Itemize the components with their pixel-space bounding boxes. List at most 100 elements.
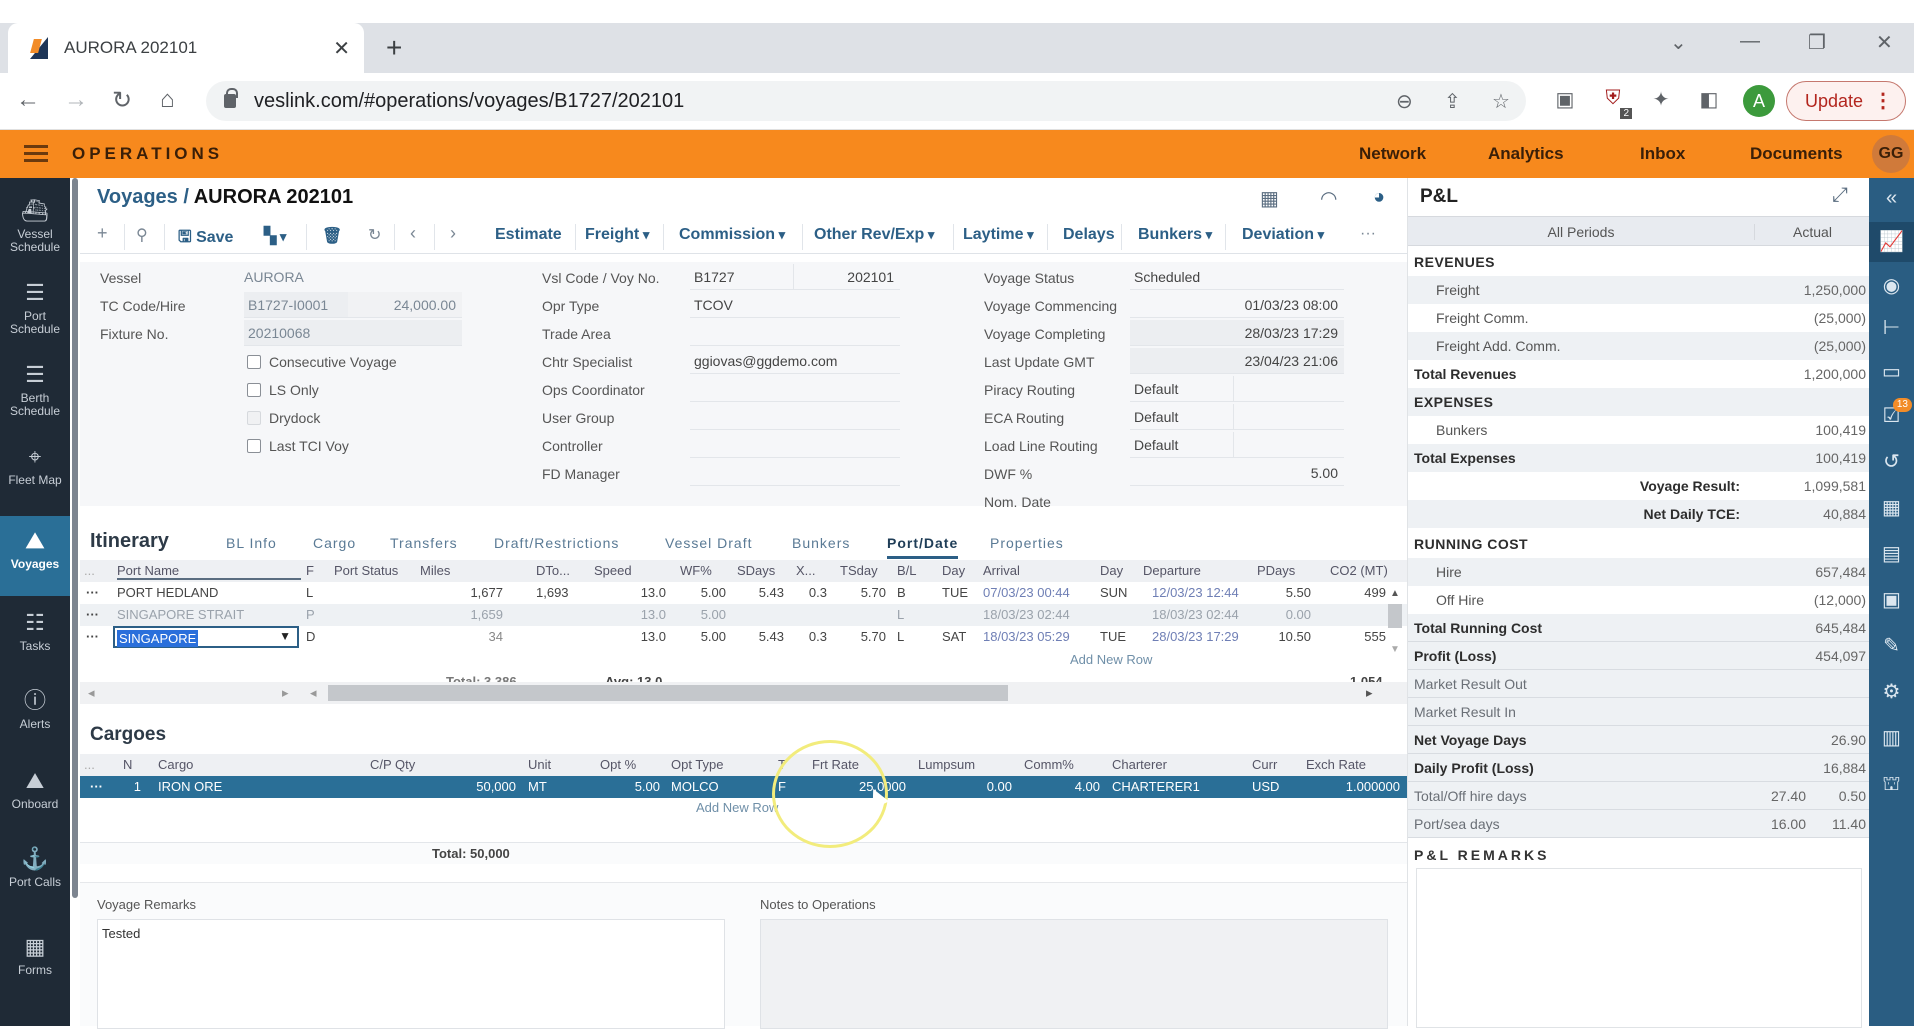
horizontal-scroll-thumb[interactable]	[328, 685, 1008, 701]
tab-bunkers[interactable]: Bunkers	[792, 535, 850, 551]
commission-menu[interactable]: Commission	[679, 226, 785, 244]
comm-percent[interactable]: 4.00	[1024, 779, 1100, 794]
forward-icon[interactable]: →	[64, 86, 88, 114]
extension-icon[interactable]: ▣	[1552, 87, 1578, 113]
user-avatar[interactable]: GG	[1872, 135, 1910, 173]
tab-bl-info[interactable]: BL Info	[226, 535, 277, 551]
bl[interactable]: L	[897, 607, 904, 622]
col-header[interactable]: Cargo	[158, 757, 193, 772]
tab-close-icon[interactable]: ✕	[333, 36, 350, 61]
col-header[interactable]: WF%	[680, 563, 712, 578]
piracy-routing-extra[interactable]	[1234, 376, 1344, 402]
share-icon[interactable]: ⇪	[1444, 89, 1461, 114]
home-icon[interactable]: ⌂	[160, 86, 175, 114]
arrival[interactable]: 07/03/23 00:44	[983, 585, 1070, 600]
col-header[interactable]: TSday	[840, 563, 878, 578]
nav-inbox[interactable]: Inbox	[1640, 144, 1685, 164]
eca-routing-field[interactable]: Default	[1130, 404, 1234, 430]
globe-icon[interactable]: ◉	[1869, 266, 1914, 306]
scroll-up-icon[interactable]: ▲	[1390, 588, 1400, 599]
col-header[interactable]: C/P Qty	[370, 757, 415, 772]
bl[interactable]: L	[897, 629, 904, 644]
bl[interactable]: B	[897, 585, 906, 600]
wf[interactable]: 5.00	[680, 629, 726, 644]
scroll-left-icon[interactable]: ◂	[310, 685, 317, 701]
col-header[interactable]: PDays	[1257, 563, 1295, 578]
col-header[interactable]: Opt Type	[671, 757, 724, 772]
refresh-icon[interactable]: ↻	[368, 225, 381, 245]
tsday[interactable]: 5.70	[840, 585, 886, 600]
row-menu-icon[interactable]: ···	[86, 607, 99, 622]
contact-icon[interactable]: ▣	[1869, 580, 1914, 620]
deviation-menu[interactable]: Deviation	[1242, 226, 1324, 244]
ls-only-checkbox[interactable]: LS Only	[247, 382, 319, 398]
port-function[interactable]: L	[306, 585, 313, 600]
col-header[interactable]: F	[306, 563, 314, 578]
voy-no-field[interactable]: 202101	[794, 264, 900, 290]
tab-cargo[interactable]: Cargo	[313, 535, 356, 551]
user-group-field[interactable]	[690, 404, 900, 430]
speed[interactable]: 13.0	[594, 607, 666, 622]
sidebar-item-vessel-schedule[interactable]: ⛴ Vessel Schedule	[0, 198, 70, 254]
tab-port-date[interactable]: Port/Date	[887, 535, 959, 559]
delete-icon[interactable]: 🗑	[322, 226, 342, 246]
sidebar-item-port-calls[interactable]: ⚓ Port Calls	[0, 846, 70, 889]
copy-menu-icon[interactable]: ▚	[264, 226, 286, 246]
crane-icon[interactable]: ⛫	[1869, 764, 1914, 804]
all-periods-tab[interactable]: All Periods	[1408, 224, 1754, 240]
tsday[interactable]: 5.70	[840, 629, 886, 644]
itinerary-row[interactable]: ··· SINGAPORE ▼ D 34 13.0 5.00 5.43 0.3 …	[80, 626, 1407, 648]
wf[interactable]: 5.00	[680, 585, 726, 600]
pdays[interactable]: 10.50	[1257, 629, 1311, 644]
tab-search-chevron-icon[interactable]: ⌄	[1670, 30, 1687, 55]
exchange-rate[interactable]: 1.000000	[1306, 779, 1400, 794]
wf[interactable]: 5.00	[680, 607, 726, 622]
notes-to-operations-textarea[interactable]	[760, 919, 1388, 1029]
col-header[interactable]: Port Status	[334, 563, 398, 578]
bookmark-star-icon[interactable]: ☆	[1492, 89, 1510, 114]
scroll-right-icon[interactable]: ▸	[1366, 685, 1373, 701]
voyage-remarks-textarea[interactable]: Tested	[97, 919, 725, 1029]
row-menu-icon[interactable]: ···	[86, 629, 99, 644]
estimate-button[interactable]: Estimate	[495, 226, 562, 244]
extensions-puzzle-icon[interactable]: ✦	[1648, 87, 1674, 113]
ublock-icon[interactable]: ⛨ 2	[1600, 87, 1632, 119]
hierarchy-icon[interactable]: ⊢	[1869, 308, 1914, 348]
url-bar[interactable]: veslink.com/#operations/voyages/B1727/20…	[206, 81, 1526, 121]
back-icon[interactable]: ←	[16, 86, 40, 114]
more-options-icon[interactable]: ···	[1360, 225, 1376, 243]
breadcrumb-voyages-link[interactable]: Voyages /	[97, 186, 189, 208]
row-menu-icon[interactable]: ···	[86, 585, 99, 600]
lumpsum[interactable]: 0.00	[918, 779, 1012, 794]
col-header[interactable]: Miles	[420, 563, 450, 578]
tab-draft-restrictions[interactable]: Draft/Restrictions	[494, 535, 619, 551]
col-header[interactable]: CO2 (MT)	[1330, 563, 1388, 578]
departure[interactable]: 18/03/23 02:44	[1152, 607, 1239, 622]
port-name-combobox[interactable]: SINGAPORE ▼	[113, 626, 299, 648]
drydock-checkbox[interactable]: Drydock	[247, 410, 320, 426]
minimize-icon[interactable]: —	[1740, 30, 1760, 53]
sidebar-item-tasks[interactable]: ☷ Tasks	[0, 610, 70, 653]
gear-icon[interactable]: ⚙	[1869, 672, 1914, 712]
speed[interactable]: 13.0	[594, 629, 666, 644]
speed[interactable]: 13.0	[594, 585, 666, 600]
port-name[interactable]: SINGAPORE STRAIT	[117, 607, 244, 622]
freight-rate[interactable]: 25.0000	[812, 779, 906, 794]
scroll-right-icon[interactable]: ▸	[282, 685, 289, 701]
col-header[interactable]: X...	[796, 563, 816, 578]
x-days[interactable]: 0.3	[796, 585, 827, 600]
checklist-icon[interactable]: ☑ 13	[1869, 396, 1914, 436]
cargo-row[interactable]: ··· 1 IRON ORE 50,000 MT 5.00 MOLCO F 25…	[80, 776, 1407, 798]
opt-type[interactable]: MOLCO	[671, 779, 719, 794]
itinerary-row[interactable]: ··· SINGAPORE STRAIT P 1,659 13.0 5.00 L…	[80, 604, 1407, 626]
document-icon[interactable]: ▤	[1869, 534, 1914, 574]
card-icon[interactable]: ▭	[1869, 352, 1914, 392]
sidebar-item-port-schedule[interactable]: ☰ Port Schedule	[0, 280, 70, 336]
grid-view-icon[interactable]: ▦	[1260, 186, 1279, 211]
actual-tab[interactable]: Actual	[1754, 224, 1870, 240]
reload-icon[interactable]: ↻	[112, 86, 132, 115]
update-button[interactable]: Update ⋮	[1786, 81, 1906, 121]
nav-analytics[interactable]: Analytics	[1488, 144, 1564, 164]
opr-type-field[interactable]: TCOV	[690, 292, 900, 318]
search-icon[interactable]: ⚲	[136, 225, 148, 245]
